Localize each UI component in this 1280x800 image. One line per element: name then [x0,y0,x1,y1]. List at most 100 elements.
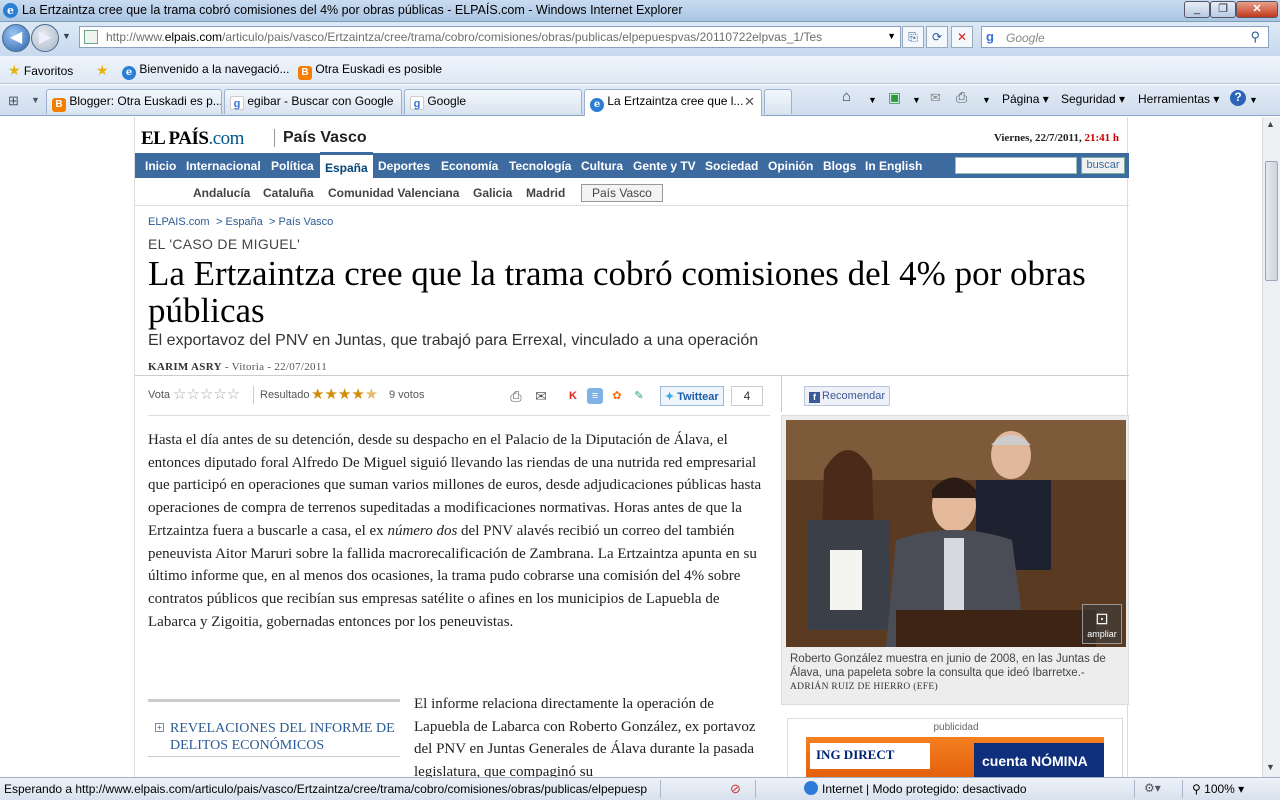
breadcrumb-espana[interactable]: > España [216,216,263,228]
ie-page-icon: e [122,66,136,80]
nav-politica[interactable]: Política [271,159,314,173]
expand-icon[interactable]: + [155,723,164,732]
forward-button[interactable]: ▶ [31,24,59,52]
tab-active-article[interactable]: e La Ertzaintza cree que l... ✕ [584,89,762,116]
article-photo[interactable]: ⊡ ampliar [786,420,1126,647]
back-button[interactable]: ◀ [2,24,30,52]
ad-banner[interactable]: ING DIRECT cuenta NÓMINA [806,737,1104,777]
home-icon[interactable]: ⌂ [842,88,851,105]
favorites-button[interactable]: ★ Favoritos [8,62,73,79]
feeds-dropdown-icon[interactable]: ▼ [912,95,921,105]
scroll-up-icon[interactable]: ▲ [1266,119,1275,129]
tab-egibar[interactable]: g egibar - Buscar con Google [224,89,402,114]
vote-count: 9 votos [389,389,425,401]
social-icon[interactable]: ✿ [609,388,625,404]
nav-deportes[interactable]: Deportes [378,159,430,173]
quick-tabs-icon[interactable]: ⊞ [8,93,19,109]
nav-blogs[interactable]: Blogs [823,159,856,173]
maximize-button[interactable]: ❐ [1210,1,1236,18]
help-dropdown-icon[interactable]: ▼ [1249,95,1258,105]
close-window-button[interactable]: ✕ [1236,1,1278,18]
site-logo[interactable]: EL PAÍS.com [141,128,244,150]
tab-bar: ⊞ ▼ B Blogger: Otra Euskadi es p... g eg… [0,85,1280,116]
nav-tecnologia[interactable]: Tecnología [509,159,571,173]
nav-opinion[interactable]: Opinión [768,159,813,173]
url-dropdown-icon[interactable]: ▼ [887,31,896,41]
subnav-cataluna[interactable]: Cataluña [263,186,314,200]
protected-mode-icon[interactable]: ⚙▾ [1144,781,1161,795]
zoom-level[interactable]: ⚲ 100% ▾ [1192,782,1244,796]
facebook-recommend-button[interactable]: f Recomendar [804,386,890,406]
add-favorite-icon[interactable]: ★ [96,62,109,79]
section-title[interactable]: País Vasco [274,129,367,147]
related-link[interactable]: REVELACIONES DEL INFORME DE DELITOS ECON… [170,720,395,754]
scroll-down-icon[interactable]: ▼ [1266,762,1275,772]
security-menu[interactable]: Seguridad ▾ [1061,92,1125,106]
print-dropdown-icon[interactable]: ▼ [982,95,991,105]
subnav-valenciana[interactable]: Comunidad Valenciana [328,186,459,200]
address-bar[interactable]: http://www.elpais.com/articulo/pais/vasc… [79,26,901,48]
nav-gente-tv[interactable]: Gente y TV [633,159,696,173]
nav-espana[interactable]: España [320,152,373,180]
help-icon[interactable]: ? [1230,90,1246,106]
security-zone[interactable]: Internet | Modo protegido: desactivado [822,782,1027,796]
subnav-galicia[interactable]: Galicia [473,186,512,200]
window-title: La Ertzaintza cree que la trama cobró co… [22,3,683,17]
tools-menu[interactable]: Herramientas ▾ [1138,92,1219,106]
enlarge-button[interactable]: ⊡ ampliar [1082,604,1122,644]
favorite-item[interactable]: e Bienvenido a la navegació... [122,62,289,80]
comment-icon[interactable]: ✎ [631,388,647,404]
ad-product: cuenta NÓMINA [974,743,1104,777]
stop-icon[interactable]: ✕ [951,26,973,48]
nav-economia[interactable]: Economía [441,159,498,173]
vote-stars[interactable]: ☆☆☆☆☆ [173,385,240,403]
search-box[interactable]: g Google ⚲ [981,26,1269,48]
divider [253,386,254,404]
home-dropdown-icon[interactable]: ▼ [868,95,877,105]
site-search-input[interactable] [955,157,1077,174]
url-text[interactable]: http://www.elpais.com/articulo/pais/vasc… [106,30,822,44]
history-dropdown-icon[interactable]: ▼ [62,31,71,41]
feeds-icon[interactable]: ▣ [888,89,901,106]
blogger-icon: B [52,98,66,112]
blocked-icon[interactable]: ⊘ [730,781,741,797]
twitter-count: 4 [731,386,763,406]
rating-stars: ★★★★★ [311,386,379,403]
page-menu[interactable]: Página ▾ [1002,92,1049,106]
breadcrumb-pais-vasco[interactable]: > País Vasco [269,216,333,228]
divider [148,415,770,416]
subnav-madrid[interactable]: Madrid [526,186,565,200]
tab-list-icon[interactable]: ▼ [31,95,40,105]
scroll-thumb[interactable] [1265,161,1278,281]
site-search-button[interactable]: buscar [1081,157,1125,174]
subnav-andalucia[interactable]: Andalucía [193,186,250,200]
nav-inicio[interactable]: Inicio [145,159,176,173]
email-icon[interactable]: ✉ [533,388,549,404]
nav-internacional[interactable]: Internacional [186,159,261,173]
nav-sociedad[interactable]: Sociedad [705,159,758,173]
vertical-scrollbar[interactable]: ▲ ▼ [1262,117,1280,777]
close-tab-icon[interactable]: ✕ [744,94,755,110]
meneame-icon[interactable]: K [565,388,581,404]
photo-credit: ADRIÁN RUIZ DE HIERRO (EFE) [790,682,938,692]
breadcrumb-home[interactable]: ELPAIS.com [148,216,210,228]
print-icon[interactable]: ⎙ [508,388,524,404]
search-icon[interactable]: ⚲ [1250,29,1260,45]
mail-icon[interactable]: ✉ [930,90,941,106]
sub-navigation: Andalucía Cataluña Comunidad Valenciana … [135,178,1129,206]
new-tab-button[interactable] [764,89,792,114]
tab-google[interactable]: g Google [404,89,582,114]
twitter-button[interactable]: ✦ Twittear [660,386,724,406]
nav-in-english[interactable]: In English [865,159,922,173]
refresh-icon[interactable]: ⟳ [926,26,948,48]
compatibility-icon[interactable]: ⎘ [902,26,924,48]
print-icon[interactable]: ⎙ [956,89,967,106]
share-icon[interactable]: ≡ [587,388,603,404]
tab-blogger[interactable]: B Blogger: Otra Euskadi es p... [46,89,222,114]
search-input[interactable]: Google [1006,31,1045,45]
divider [660,780,661,798]
minimize-button[interactable]: _ [1184,1,1210,18]
favorite-item[interactable]: B Otra Euskadi es posible [298,62,442,80]
nav-cultura[interactable]: Cultura [581,159,623,173]
subnav-pais-vasco[interactable]: País Vasco [581,184,663,202]
